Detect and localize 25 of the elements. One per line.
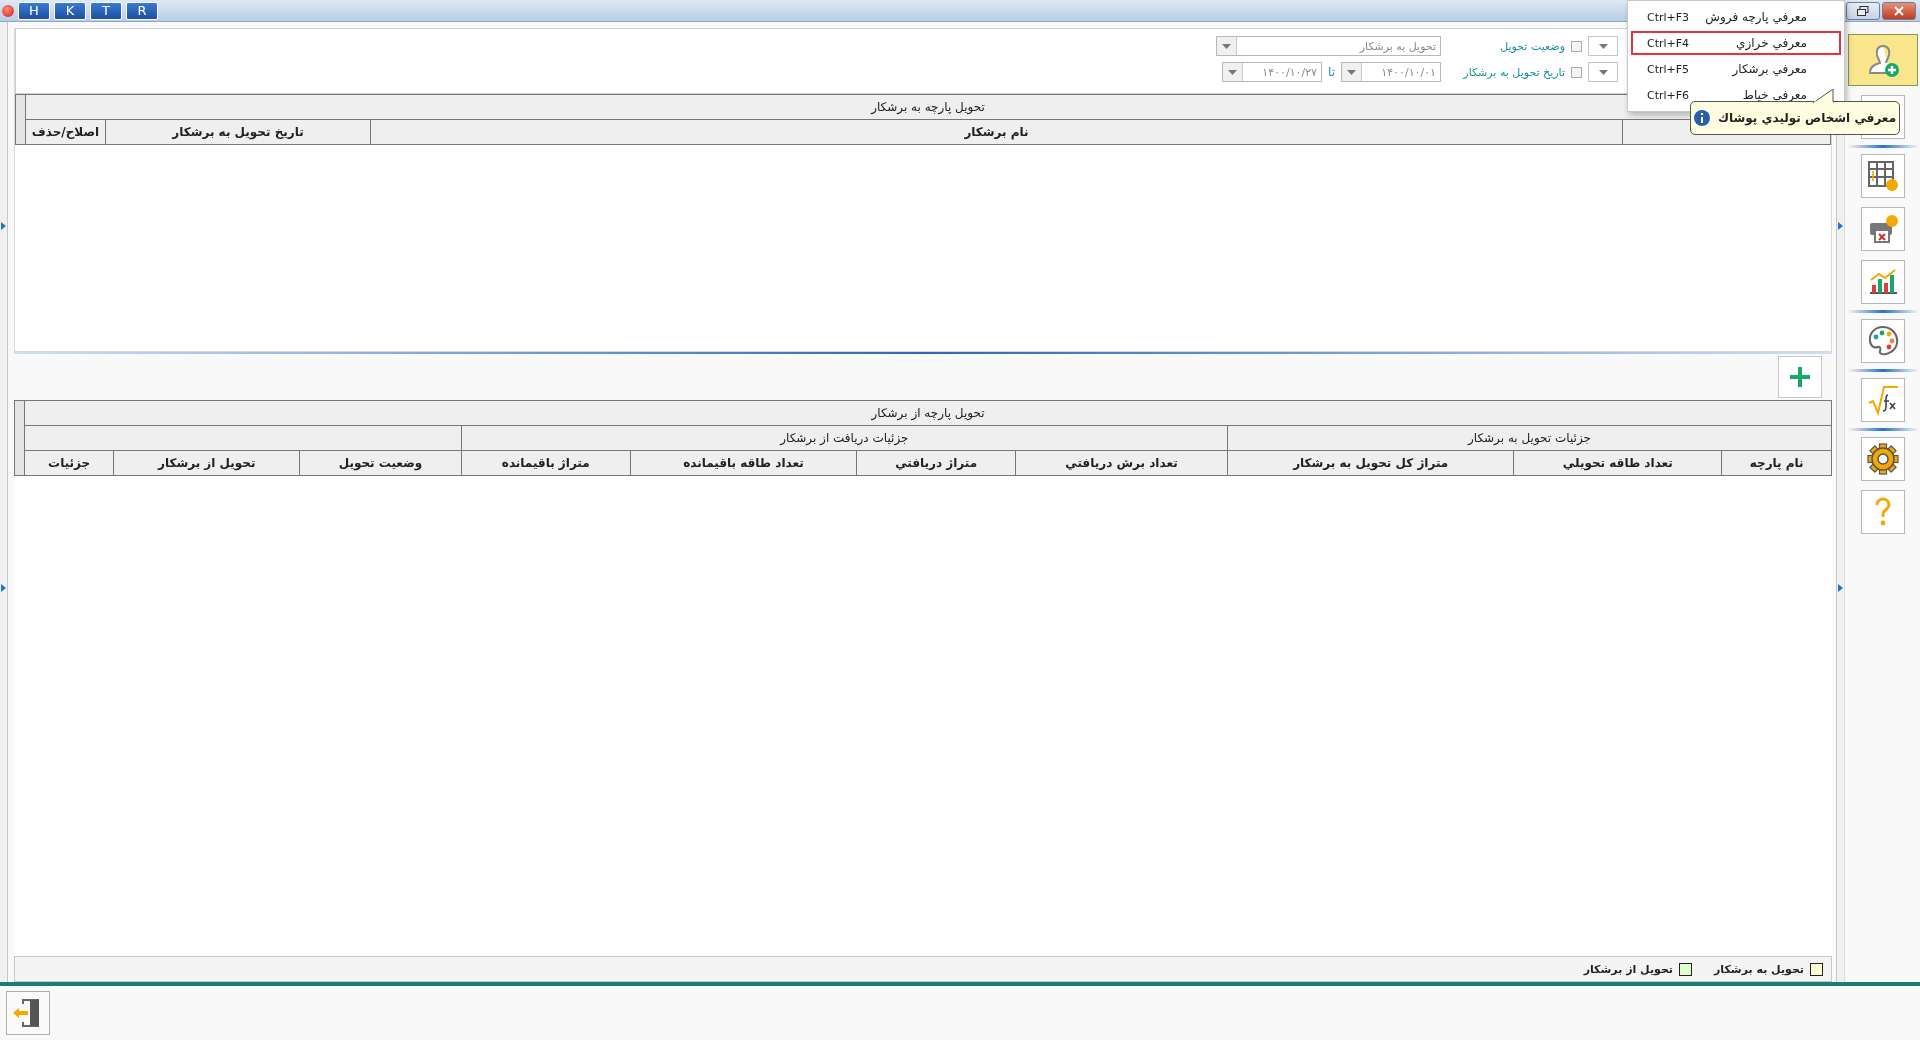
column-group-header: جزئیات دریافت از برشکار xyxy=(461,425,1228,451)
column-header[interactable]: متراژ دریافتي xyxy=(856,450,1016,476)
filter-label: وضعیت تحویل xyxy=(1499,39,1565,53)
toolbar-button[interactable]: H xyxy=(18,1,50,20)
column-group-header: جزئیات تحویل به برشکار xyxy=(1227,425,1832,451)
column-header[interactable]: تعداد طاقه تحویلي xyxy=(1513,450,1722,476)
toolbar-button[interactable]: R xyxy=(126,1,158,20)
column-header[interactable]: اصلاح/حذف xyxy=(25,119,106,145)
table-title: تحویل پارچه از برشکار xyxy=(24,400,1832,426)
toolbar-button[interactable]: T xyxy=(90,1,122,20)
column-header[interactable]: متراژ باقیمانده xyxy=(461,450,631,476)
column-header[interactable]: وضعیت تحویل xyxy=(299,450,462,476)
filter-label: تاریخ تحویل به برشکار xyxy=(1461,65,1565,79)
legend-label: تحویل از برشکار xyxy=(1583,962,1673,976)
column-header[interactable]: نام برشکار xyxy=(370,119,1623,145)
column-header[interactable]: تحویل از برشکار xyxy=(113,450,300,476)
column-header[interactable]: تعداد طاقه باقیمانده xyxy=(630,450,857,476)
column-header[interactable]: متراژ کل تحویل به برشکار xyxy=(1227,450,1514,476)
legend-label: تحویل به برشکار xyxy=(1714,962,1804,976)
range-label: تا xyxy=(1328,65,1335,79)
toolbar-button[interactable]: K xyxy=(54,1,86,20)
column-header[interactable]: تعداد برش دریافتي xyxy=(1015,450,1228,476)
column-header[interactable]: نام پارچه xyxy=(1721,450,1832,476)
column-header[interactable]: جزئیات xyxy=(24,450,114,476)
column-header[interactable]: تاریخ تحویل به برشکار xyxy=(105,119,371,145)
